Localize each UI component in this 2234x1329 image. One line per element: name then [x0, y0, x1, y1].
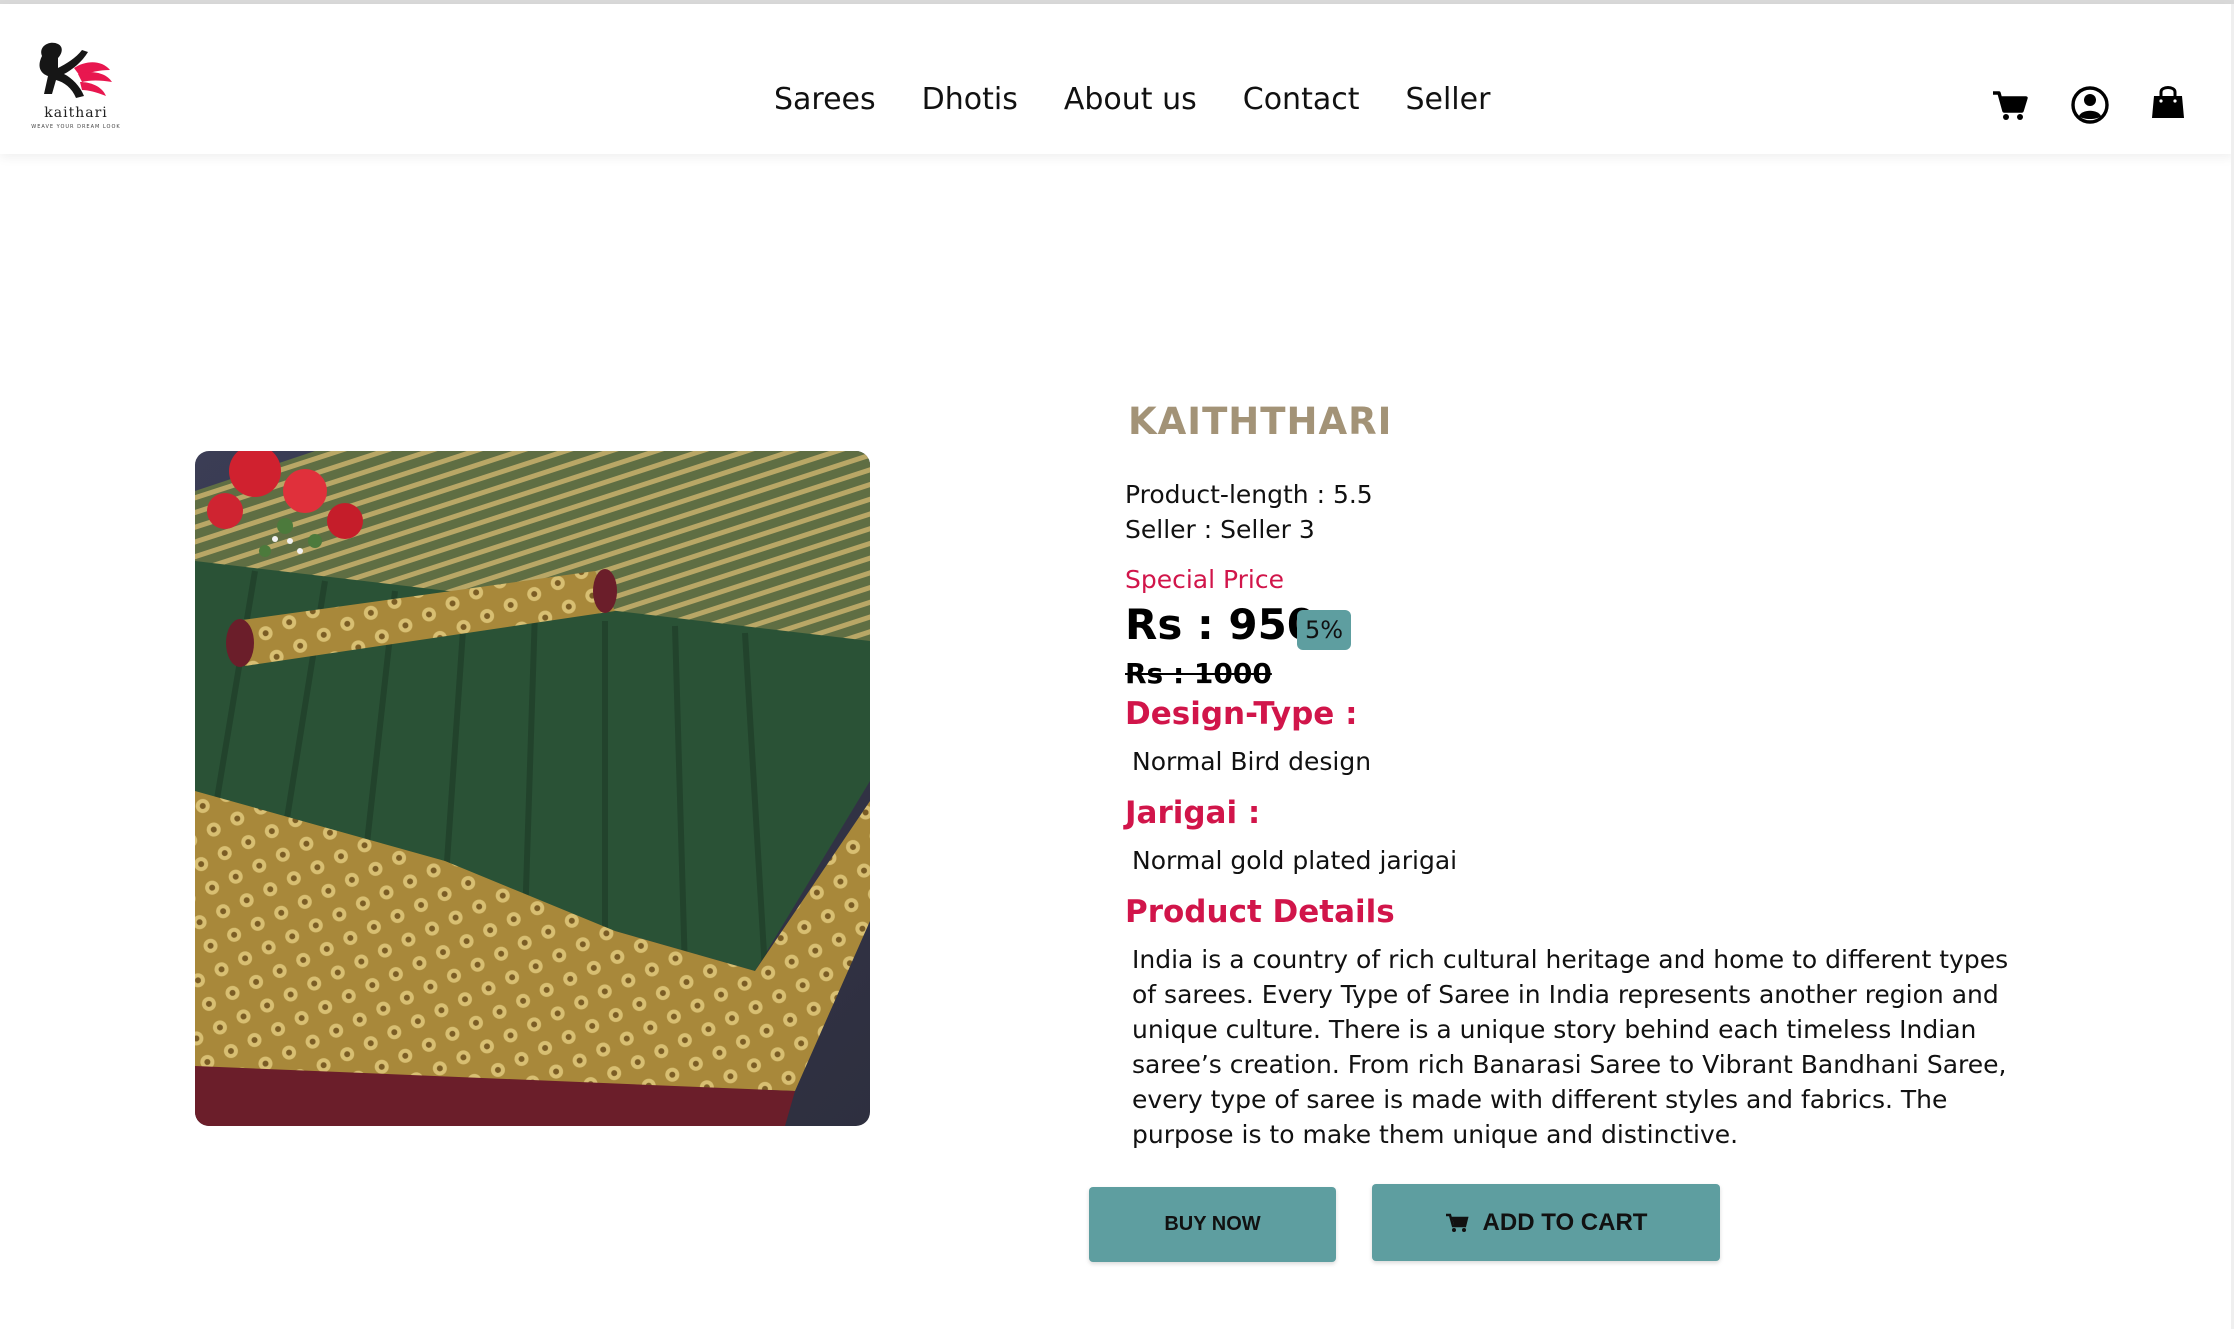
current-price: Rs : 950 [1125, 600, 1317, 649]
discount-badge: 5% [1297, 610, 1352, 650]
cart-icon[interactable] [1990, 86, 2030, 126]
jarigai-value: Normal gold plated jarigai [1132, 846, 1458, 875]
product-seller: Seller : Seller 3 [1125, 515, 1315, 544]
shopping-bag-icon[interactable] [2148, 82, 2188, 122]
design-type-title: Design-Type : [1125, 696, 1358, 732]
header-icons [0, 82, 2234, 126]
user-icon[interactable] [2070, 85, 2110, 125]
product-description: India is a country of rich cultural heri… [1132, 945, 2009, 1149]
original-price: Rs : 1000 [1125, 657, 1272, 690]
buy-now-label: BUY NOW [1164, 1213, 1261, 1235]
jarigai-title: Jarigai : [1125, 795, 1261, 831]
cart-icon [1445, 1213, 1469, 1232]
design-type-value: Normal Bird design [1132, 747, 1372, 776]
product-image[interactable] [195, 451, 870, 1126]
buy-now-button[interactable]: BUY NOW [1089, 1187, 1336, 1262]
product-details-title: Product Details [1125, 894, 1395, 930]
product-name: KAITHTHARI [1128, 400, 1393, 443]
site-header: kaithari WEAVE YOUR DREAM LOOK Sarees Dh… [0, 4, 2234, 154]
product-length: Product-length : 5.5 [1125, 480, 1373, 509]
add-to-cart-label: ADD TO CART [1482, 1208, 1648, 1236]
add-to-cart-button[interactable]: ADD TO CART [1372, 1184, 1720, 1261]
special-price-label: Special Price [1125, 565, 1285, 594]
